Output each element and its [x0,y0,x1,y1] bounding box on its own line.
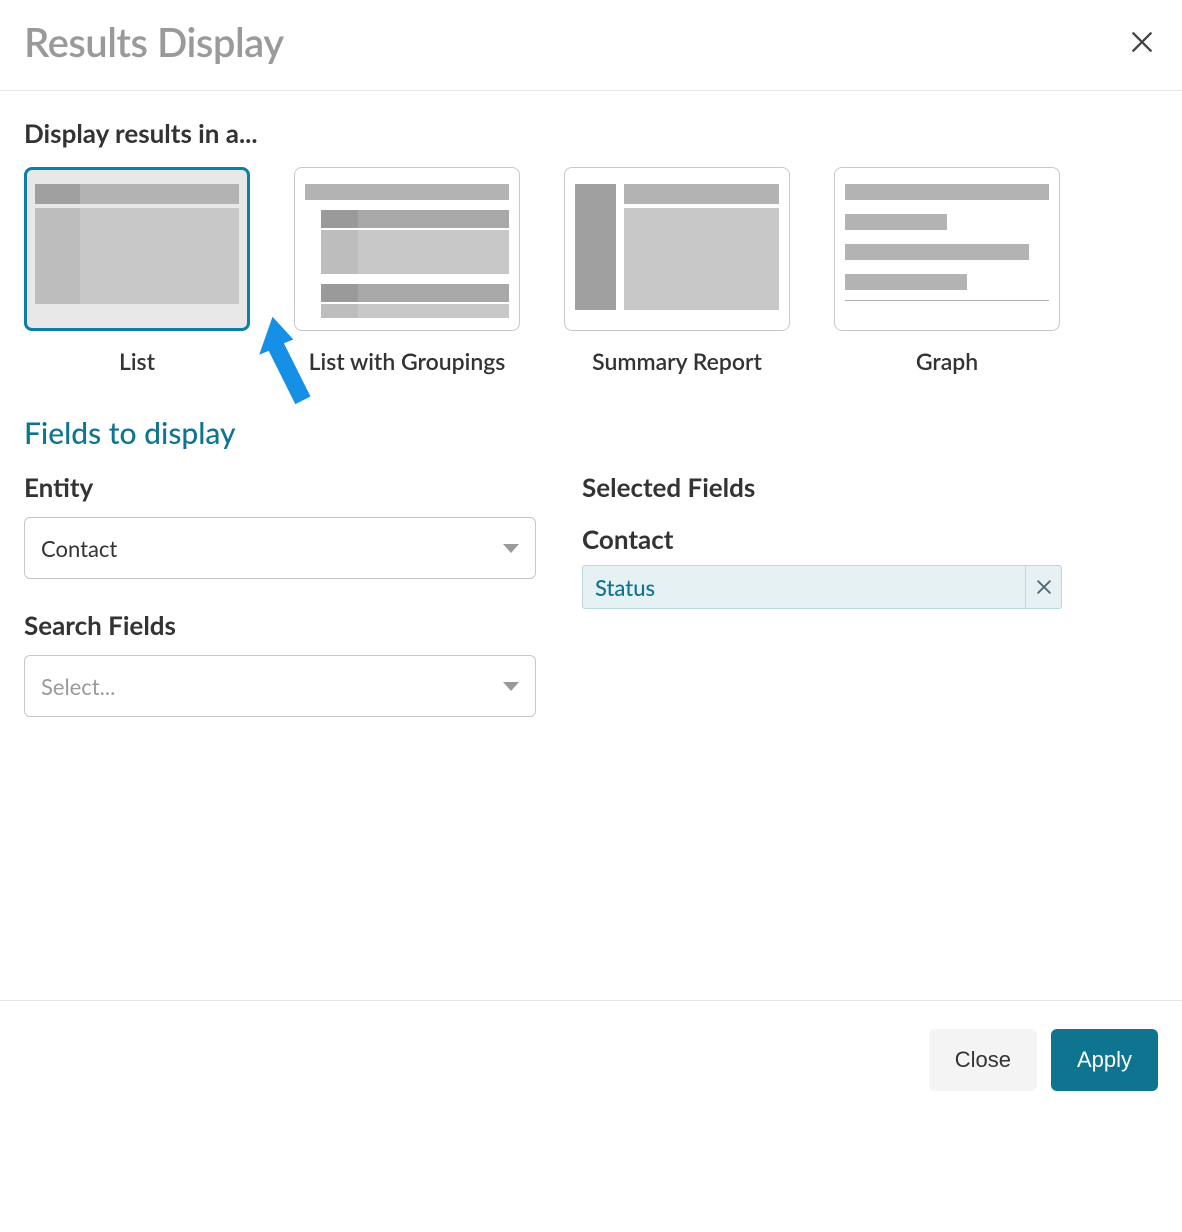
modal-footer: Close Apply [0,1000,1182,1119]
display-option-list-group-label: List with Groupings [309,347,506,375]
chevron-down-icon [503,544,519,553]
search-fields-select[interactable]: Select... [24,655,536,717]
display-option-graph-wrap: Graph [834,167,1060,375]
display-option-summary-wrap: Summary Report [564,167,790,375]
display-option-list-wrap: List [24,167,250,375]
display-option-graph-label: Graph [916,347,978,375]
graph-icon [845,178,1049,320]
fields-section: Fields to display Entity Contact Search … [24,415,1158,747]
chevron-down-icon [503,682,519,691]
list-icon [35,178,239,320]
fields-columns: Entity Contact Search Fields Select... S… [24,471,1158,747]
close-icon[interactable] [1126,26,1158,58]
search-fields-label: Search Fields [24,609,536,641]
fields-heading: Fields to display [24,415,1158,451]
search-fields-placeholder: Select... [41,673,115,700]
display-section-heading: Display results in a... [24,117,1158,149]
display-option-summary-label: Summary Report [592,347,762,375]
fields-right-column: Selected Fields Contact Status [582,471,1062,747]
remove-chip-button[interactable] [1025,566,1061,608]
list-group-icon [305,178,509,320]
summary-icon [575,178,779,320]
entity-select[interactable]: Contact [24,517,536,579]
display-option-graph[interactable] [834,167,1060,331]
display-option-list-group[interactable] [294,167,520,331]
selected-field-chip-label: Status [583,566,1025,608]
entity-select-value: Contact [41,535,117,562]
selected-fields-label: Selected Fields [582,471,1062,503]
display-option-list[interactable] [24,167,250,331]
display-option-summary[interactable] [564,167,790,331]
modal-title: Results Display [24,18,284,66]
selected-field-chip: Status [582,565,1062,609]
close-icon [1037,580,1051,594]
selected-group-label: Contact [582,523,1062,555]
apply-button[interactable]: Apply [1051,1029,1158,1091]
fields-left-column: Entity Contact Search Fields Select... [24,471,536,747]
display-option-list-group-wrap: List with Groupings [294,167,520,375]
display-option-list-label: List [119,347,155,375]
entity-label: Entity [24,471,536,503]
close-button[interactable]: Close [929,1029,1037,1091]
modal-body: Display results in a... List [0,91,1182,757]
display-type-row: List List with Groupings [24,167,1158,375]
modal-header: Results Display [0,0,1182,91]
